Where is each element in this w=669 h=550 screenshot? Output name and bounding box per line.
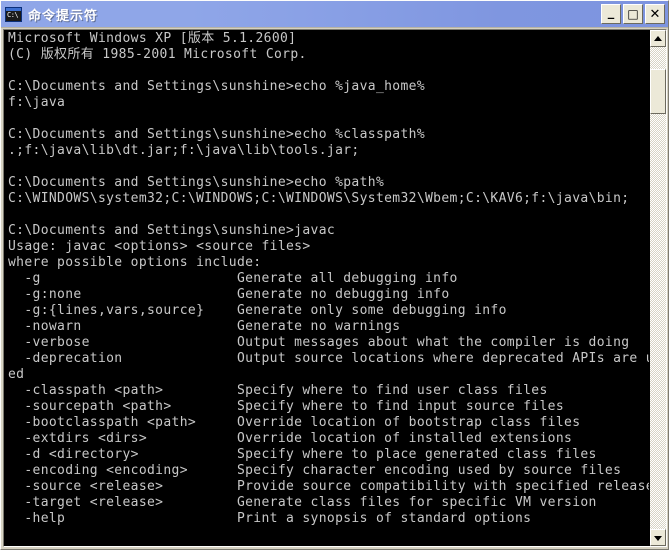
terminal-line: -verbose Output messages about what the … [8,335,630,350]
terminal-line: ed [8,367,25,382]
chevron-down-icon [654,535,662,541]
window-controls: _ □ ✕ [601,4,665,24]
terminal-line: C:\Documents and Settings\sunshine>echo … [8,175,385,190]
chevron-up-icon [654,35,662,41]
command-prompt-window: 命令提示符 _ □ ✕ Microsoft Windows XP [版本 5.1… [0,0,669,550]
maximize-button[interactable]: □ [623,4,643,24]
terminal-line: (C) 版权所有 1985-2001 Microsoft Corp. [8,47,307,62]
terminal-line: C:\WINDOWS\system32;C:\WINDOWS;C:\WINDOW… [8,191,630,206]
window-title: 命令提示符 [28,8,99,24]
terminal-line: where possible options include: [8,255,262,270]
minimize-icon: _ [607,5,615,20]
terminal-line: -encoding <encoding> Specify character e… [8,463,622,478]
maximize-icon: □ [627,7,639,21]
client-area: Microsoft Windows XP [版本 5.1.2600] (C) 版权… [3,29,667,547]
terminal-line: C:\Documents and Settings\sunshine>echo … [8,79,426,94]
terminal-line: .;f:\java\lib\dt.jar;f:\java\lib\tools.j… [8,143,360,158]
terminal-line: -sourcepath <path> Specify where to find… [8,399,565,414]
console-icon [5,6,22,22]
terminal-line: Microsoft Windows XP [版本 5.1.2600] [8,31,297,46]
terminal-output[interactable]: Microsoft Windows XP [版本 5.1.2600] (C) 版权… [4,30,649,546]
terminal-line: -help Print a synopsis of standard optio… [8,511,532,526]
terminal-line: -g Generate all debugging info [8,271,458,286]
terminal-line: -target <release> Generate class files f… [8,495,597,510]
minimize-button[interactable]: _ [601,4,621,24]
terminal-line: f:\java [8,95,66,110]
terminal-line: -extdirs <dirs> Override location of ins… [8,431,573,446]
terminal-line: Usage: javac <options> <source files> [8,239,311,254]
terminal-line: -d <directory> Specify where to place ge… [8,447,597,462]
scroll-down-button[interactable] [650,529,666,546]
terminal-line: -nowarn Generate no warnings [8,319,401,334]
scrollbar-track[interactable] [650,47,666,529]
close-icon: ✕ [649,6,661,22]
terminal-line: C:\Documents and Settings\sunshine>javac [8,223,336,238]
scrollbar-thumb[interactable] [650,69,666,114]
terminal-line: -g:{lines,vars,source} Generate only som… [8,303,507,318]
terminal-line: -g:none Generate no debugging info [8,287,450,302]
terminal-line: -classpath <path> Specify where to find … [8,383,548,398]
title-bar[interactable]: 命令提示符 _ □ ✕ [1,1,668,28]
close-button[interactable]: ✕ [645,4,665,24]
vertical-scrollbar[interactable] [649,30,666,546]
terminal-line: -source <release> Provide source compati… [8,479,649,494]
scroll-up-button[interactable] [650,30,666,47]
terminal-line: -bootclasspath <path> Override location … [8,415,581,430]
terminal-line: C:\Documents and Settings\sunshine>echo … [8,127,426,142]
terminal-line: -deprecation Output source locations whe… [8,351,649,366]
